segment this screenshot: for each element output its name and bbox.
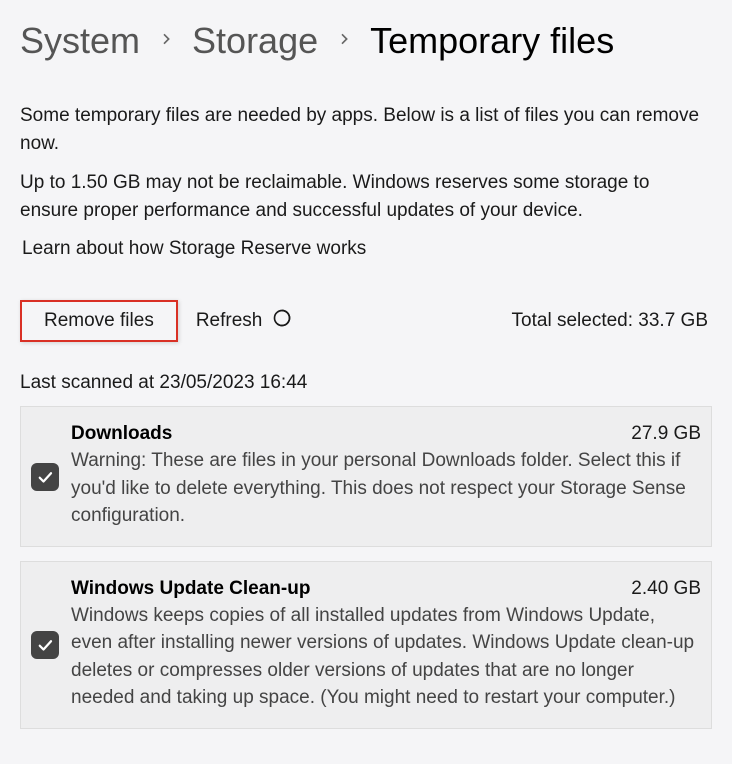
checkbox-windows-update[interactable] xyxy=(31,631,59,659)
refresh-label: Refresh xyxy=(196,310,263,332)
refresh-icon xyxy=(272,308,292,334)
file-description: Windows keeps copies of all installed up… xyxy=(71,602,701,712)
breadcrumb-item-system[interactable]: System xyxy=(20,20,140,62)
file-title: Windows Update Clean-up xyxy=(71,578,310,600)
file-card-windows-update[interactable]: Windows Update Clean-up 2.40 GB Windows … xyxy=(20,561,712,729)
file-text: Windows Update Clean-up 2.40 GB Windows … xyxy=(71,578,701,712)
actions-row: Remove files Refresh Total selected: 33.… xyxy=(20,300,712,342)
description-text-2: Up to 1.50 GB may not be reclaimable. Wi… xyxy=(20,169,712,224)
checkbox-downloads[interactable] xyxy=(31,463,59,491)
description-text-1: Some temporary files are needed by apps.… xyxy=(20,102,712,157)
chevron-right-icon xyxy=(158,31,174,52)
last-scanned-label: Last scanned at 23/05/2023 16:44 xyxy=(20,372,712,394)
file-size: 2.40 GB xyxy=(631,578,701,600)
breadcrumb-item-storage[interactable]: Storage xyxy=(192,20,318,62)
file-size: 27.9 GB xyxy=(631,423,701,445)
file-title: Downloads xyxy=(71,423,172,445)
file-text: Downloads 27.9 GB Warning: These are fil… xyxy=(71,423,701,530)
remove-files-button[interactable]: Remove files xyxy=(20,300,178,342)
refresh-button[interactable]: Refresh xyxy=(196,308,293,334)
file-description: Warning: These are files in your persona… xyxy=(71,447,701,530)
chevron-right-icon xyxy=(336,31,352,52)
learn-more-link[interactable]: Learn about how Storage Reserve works xyxy=(22,238,712,260)
breadcrumb: System Storage Temporary files xyxy=(20,20,712,62)
breadcrumb-item-current: Temporary files xyxy=(370,20,614,62)
file-card-downloads[interactable]: Downloads 27.9 GB Warning: These are fil… xyxy=(20,406,712,547)
total-selected-label: Total selected: 33.7 GB xyxy=(512,310,708,332)
